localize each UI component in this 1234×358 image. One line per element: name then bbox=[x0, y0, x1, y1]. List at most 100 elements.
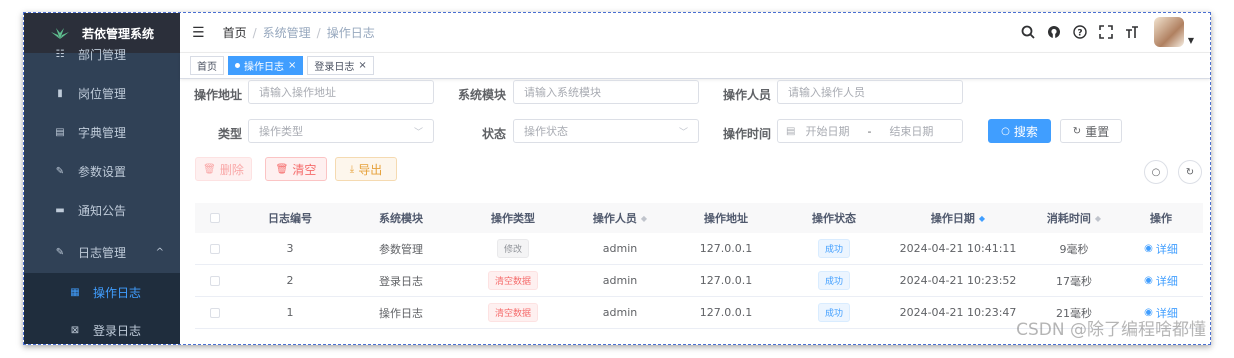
table-row[interactable]: 2 登录日志 清空数据 admin 127.0.0.1 成功 2024-04-2… bbox=[195, 265, 1203, 297]
sidebar-item-config[interactable]: ✎ 参数设置 bbox=[24, 152, 180, 190]
cell-status: 成功 bbox=[781, 271, 887, 290]
col-id: 日志编号 bbox=[268, 212, 312, 225]
cell-module: 参数管理 bbox=[379, 242, 423, 256]
cell-id: 1 bbox=[286, 306, 294, 319]
toggle-search-button[interactable]: ○ bbox=[1144, 160, 1168, 184]
start-date[interactable]: 开始日期 bbox=[805, 123, 849, 139]
col-action: 操作 bbox=[1150, 212, 1172, 225]
caret-down-icon[interactable]: ▼ bbox=[1188, 36, 1194, 45]
font-size-icon[interactable] bbox=[1124, 24, 1140, 40]
export-button[interactable]: ⤓ 导出 bbox=[335, 157, 397, 181]
cell-id: 2 bbox=[286, 274, 294, 287]
close-icon[interactable]: × bbox=[288, 60, 296, 71]
breadcrumb-system: 系统管理 bbox=[262, 26, 311, 40]
navbar: ☰ 首页 / 系统管理 / 操作日志 ? ▼ bbox=[180, 13, 1210, 53]
cell-cost: 9毫秒 bbox=[1059, 242, 1089, 256]
tag-operlog[interactable]: 操作日志 × bbox=[228, 56, 304, 75]
cell-module: 操作日志 bbox=[379, 306, 423, 320]
status-select[interactable]: 操作状态 ﹀ bbox=[513, 119, 699, 143]
log-icon: ✎ bbox=[55, 246, 65, 258]
col-type: 操作类型 bbox=[491, 212, 535, 225]
download-icon: ⤓ bbox=[349, 163, 355, 175]
type-select[interactable]: 操作类型 ﹀ bbox=[248, 119, 434, 143]
sidebar-item-log[interactable]: ✎ 日志管理 ^ bbox=[24, 233, 180, 271]
type-badge: 清空数据 bbox=[487, 303, 538, 322]
clean-button[interactable]: 🗑 清空 bbox=[265, 157, 327, 181]
chevron-up-icon: ^ bbox=[155, 246, 164, 258]
tag-logininfor[interactable]: 登录日志 × bbox=[307, 56, 374, 75]
search-icon[interactable] bbox=[1020, 24, 1036, 40]
detail-link[interactable]: ◉ 详细 bbox=[1119, 241, 1203, 257]
post-icon: ▮ bbox=[57, 87, 63, 99]
active-dot-icon bbox=[235, 63, 240, 68]
cell-ip: 127.0.0.1 bbox=[699, 274, 753, 287]
col-status: 操作状态 bbox=[812, 212, 856, 225]
edit-icon: ✎ bbox=[55, 165, 65, 177]
table-header: 日志编号 系统模块 操作类型 操作人员 ◆ 操作地址 操作状态 操作日期 ◆ 消耗时… bbox=[195, 203, 1203, 233]
trash-icon: 🗑 bbox=[275, 163, 289, 175]
end-date[interactable]: 结束日期 bbox=[889, 123, 933, 139]
cell-type: 清空数据 bbox=[457, 303, 569, 322]
time-label: 操作时间 bbox=[723, 127, 772, 141]
sort-icon[interactable]: ◆ bbox=[979, 214, 985, 223]
table-row[interactable]: 3 参数管理 修改 admin 127.0.0.1 成功 2024-04-21 … bbox=[195, 233, 1203, 265]
type-badge: 清空数据 bbox=[487, 271, 538, 290]
github-icon[interactable] bbox=[1046, 24, 1062, 40]
cell-date: 2024-04-21 10:23:47 bbox=[899, 306, 1017, 319]
col-date[interactable]: 操作日期 ◆ bbox=[887, 210, 1029, 226]
sidebar-item-notice[interactable]: ▬ 通知公告 bbox=[24, 191, 180, 229]
status-badge: 成功 bbox=[817, 303, 850, 322]
sidebar-item-dept[interactable]: ☷ 部门管理 bbox=[24, 35, 180, 73]
cell-type: 修改 bbox=[457, 239, 569, 258]
eye-icon: ◉ bbox=[1144, 243, 1153, 254]
col-ip: 操作地址 bbox=[704, 212, 748, 225]
reset-button[interactable]: ↻ 重置 bbox=[1060, 119, 1122, 143]
status-label: 状态 bbox=[481, 127, 506, 141]
svg-text:?: ? bbox=[1077, 29, 1082, 39]
refresh-icon: ↻ bbox=[1185, 166, 1195, 178]
row-checkbox[interactable] bbox=[195, 307, 235, 318]
chevron-down-icon: ﹀ bbox=[413, 127, 423, 138]
search-button[interactable]: ○ 搜索 bbox=[988, 119, 1051, 143]
cell-user: admin bbox=[602, 274, 638, 287]
form-icon: ▦ bbox=[70, 286, 80, 298]
col-cost[interactable]: 消耗时间 ◆ bbox=[1029, 210, 1119, 226]
sidebar-item-post[interactable]: ▮ 岗位管理 bbox=[24, 74, 180, 112]
row-checkbox[interactable] bbox=[195, 275, 235, 286]
col-module: 系统模块 bbox=[379, 212, 423, 225]
sort-icon[interactable]: ◆ bbox=[1095, 214, 1101, 223]
sidebar-item-dict[interactable]: ▤ 字典管理 bbox=[24, 113, 180, 151]
breadcrumb-current: 操作日志 bbox=[326, 26, 375, 40]
sidebar: 若依管理系统 ☷ 部门管理 ▮ 岗位管理 ▤ 字典管理 ✎ 参数设置 ▬ 通知公告 ✎ 日志… bbox=[24, 13, 180, 344]
app-window: 若依管理系统 ☷ 部门管理 ▮ 岗位管理 ▤ 字典管理 ✎ 参数设置 ▬ 通知公告 ✎ 日志… bbox=[23, 12, 1211, 345]
sidebar-item-operlog[interactable]: ▦ 操作日志 bbox=[24, 273, 180, 311]
avatar[interactable] bbox=[1153, 17, 1184, 47]
close-icon[interactable]: × bbox=[358, 60, 366, 71]
fullscreen-icon[interactable] bbox=[1098, 24, 1114, 40]
type-label: 类型 bbox=[217, 127, 242, 141]
trash-icon: 🗑 bbox=[203, 163, 216, 175]
type-badge: 修改 bbox=[496, 239, 529, 258]
watermark: CSDN @除了编程啥都懂 bbox=[1016, 320, 1206, 340]
refresh-button[interactable]: ↻ bbox=[1178, 160, 1202, 184]
cell-ip: 127.0.0.1 bbox=[699, 242, 753, 255]
oper-name-input[interactable]: 请输入操作人员 bbox=[777, 80, 963, 104]
oper-addr-input[interactable]: 请输入操作地址 bbox=[248, 80, 434, 104]
cell-type: 清空数据 bbox=[457, 271, 569, 290]
date-range-picker[interactable]: ▤ 开始日期 - 结束日期 bbox=[777, 119, 963, 143]
hamburger-icon[interactable]: ☰ bbox=[192, 25, 205, 41]
detail-link[interactable]: ◉ 详细 bbox=[1119, 273, 1203, 289]
module-input[interactable]: 请输入系统模块 bbox=[513, 80, 699, 104]
calendar-icon: ▤ bbox=[786, 125, 796, 137]
breadcrumb-home[interactable]: 首页 bbox=[223, 26, 247, 40]
col-user[interactable]: 操作人员 ◆ bbox=[569, 210, 671, 226]
question-icon[interactable]: ? bbox=[1072, 24, 1088, 40]
tag-home[interactable]: 首页 bbox=[190, 56, 224, 75]
delete-button[interactable]: 🗑 删除 bbox=[195, 157, 252, 181]
cell-status: 成功 bbox=[781, 303, 887, 322]
sort-icon[interactable]: ◆ bbox=[641, 214, 647, 223]
search-icon: ○ bbox=[1151, 166, 1161, 178]
sidebar-item-logininfor[interactable]: ⊠ 登录日志 bbox=[24, 311, 180, 344]
select-all-checkbox[interactable] bbox=[195, 213, 235, 223]
row-checkbox[interactable] bbox=[195, 243, 235, 254]
